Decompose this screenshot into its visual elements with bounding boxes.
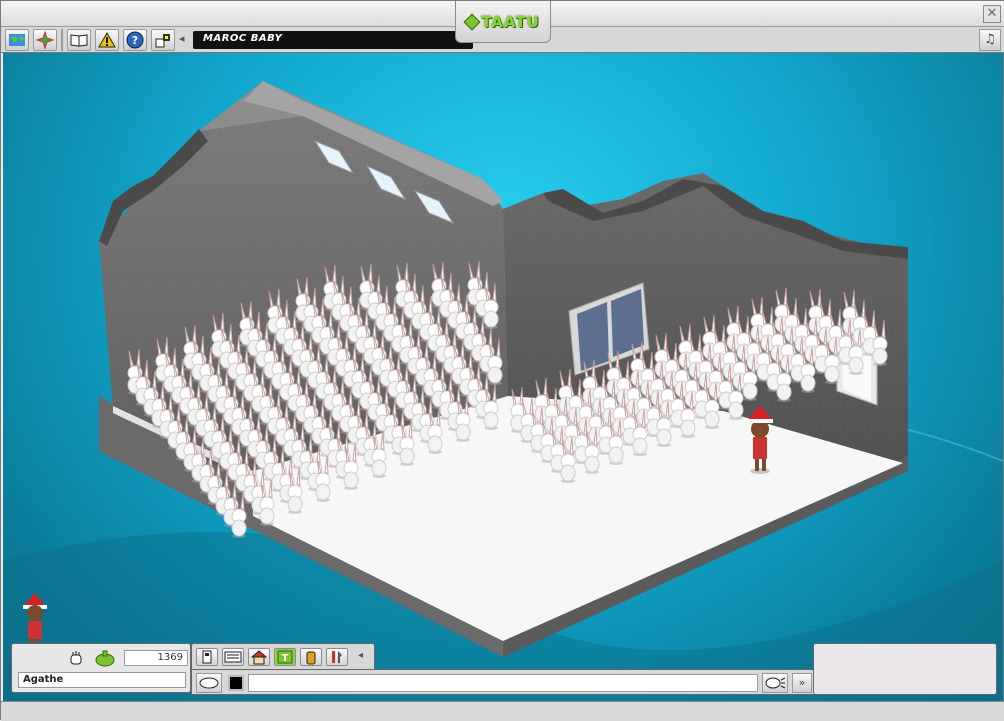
room-viewport [3,53,1003,701]
t-icon: T [277,650,293,664]
chat-color-swatch[interactable] [228,675,244,691]
chat-expand-button[interactable]: » [792,673,812,693]
tab-news[interactable] [222,648,244,666]
speech-icon [199,677,219,689]
navigator-button[interactable] [5,29,29,51]
wave-button[interactable] [68,650,84,666]
chat-bar: » [191,669,815,695]
hotel-view-button[interactable] [33,29,57,51]
credits-icon [94,649,116,667]
chat-send-button[interactable] [762,673,788,693]
tab-home[interactable] [248,648,270,666]
client-window: ✕ TAATU ? ◂ MAROC BABY ♫ 1369 Agathe T ◂… [0,0,1004,721]
chat-input[interactable] [248,674,758,692]
catalog-button[interactable] [67,29,91,51]
collapse-toolbar-button[interactable]: ◂ [179,32,185,45]
room-icon [155,34,170,48]
globe-icon [9,34,25,46]
jar-icon [306,651,316,665]
alert-button[interactable] [95,29,119,51]
nav-collapse-arrow[interactable]: ◂ [358,650,363,661]
help-button[interactable]: ? [123,29,147,51]
svg-text:T: T [282,653,289,664]
tools-icon [332,651,342,663]
music-button[interactable]: ♫ [979,29,1001,51]
tab-tools[interactable] [326,648,348,666]
tab-inventory[interactable] [300,648,322,666]
shout-icon [765,677,786,689]
room-name: MAROC BABY [203,33,283,44]
user-panel: 1369 Agathe [11,643,191,693]
brand-logo: TAATU [455,1,551,43]
username-label: Agathe [18,672,186,688]
tab-messenger[interactable] [196,648,218,666]
house-icon [250,650,268,665]
newspaper-icon [224,651,242,663]
hand-icon [70,651,82,665]
credits-counter: 1369 [124,650,188,666]
navigation-tabs: T ◂ [191,643,375,669]
compass-icon [36,31,54,49]
svg-text:?: ? [132,34,138,47]
logo-cube-icon [463,13,481,30]
help-icon: ? [126,31,144,49]
room-name-bar: MAROC BABY [193,31,473,49]
warning-icon [98,32,116,48]
bottom-strip [1,701,1004,721]
book-icon [70,34,88,47]
close-button[interactable]: ✕ [983,5,1001,23]
tab-taatu[interactable]: T [274,648,296,666]
room-scene [3,81,1003,701]
phone-icon [202,650,212,664]
brand-text: TAATU [481,12,540,31]
chat-style-button[interactable] [196,673,222,693]
room-info-button[interactable] [151,29,175,51]
right-panel [813,643,997,695]
